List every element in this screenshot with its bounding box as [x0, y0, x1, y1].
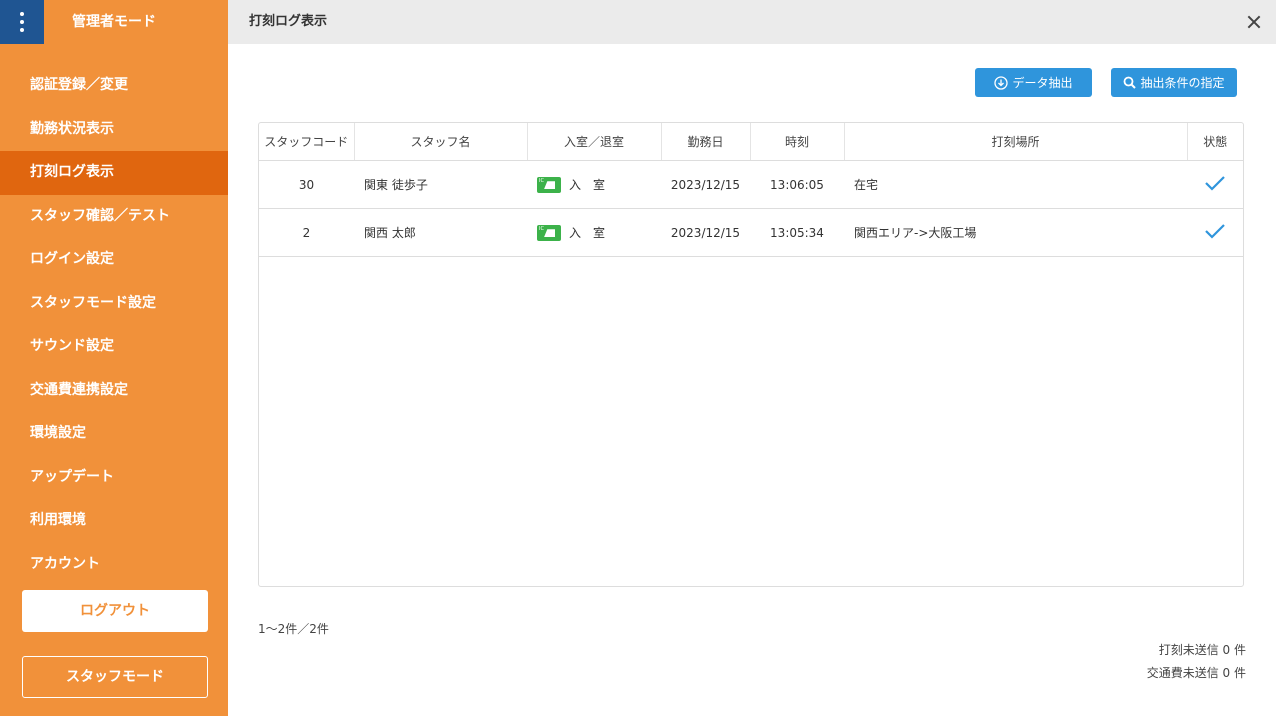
sidebar-item-login-settings[interactable]: ログイン設定 — [0, 238, 228, 282]
sidebar-item-auth-register[interactable]: 認証登録／変更 — [0, 64, 228, 108]
menu-button[interactable] — [0, 0, 44, 44]
cell-staff-code: 30 — [259, 160, 354, 209]
cell-location: 在宅 — [844, 160, 1187, 209]
sidebar-item-staff-check[interactable]: スタッフ確認／テスト — [0, 195, 228, 239]
cell-staff-code: 2 — [259, 208, 354, 257]
cell-status — [1187, 160, 1243, 209]
staff-mode-button[interactable]: スタッフモード — [22, 656, 208, 698]
cell-work-date: 2023/12/15 — [661, 160, 750, 209]
download-circle-icon — [994, 75, 1009, 90]
column-header-status[interactable]: 状態 — [1187, 123, 1243, 161]
sidebar-item-punch-log[interactable]: 打刻ログ表示 — [0, 151, 228, 195]
filter-conditions-button[interactable]: 抽出条件の指定 — [1111, 68, 1237, 97]
in-out-label: 入 室 — [569, 225, 606, 240]
cell-time: 13:06:05 — [750, 160, 844, 209]
sidebar-item-environment-settings[interactable]: 環境設定 — [0, 412, 228, 456]
sidebar-item-usage-environment[interactable]: 利用環境 — [0, 499, 228, 543]
sidebar-item-work-status[interactable]: 勤務状況表示 — [0, 108, 228, 152]
sidebar-title: 管理者モード — [72, 14, 156, 30]
filter-conditions-label: 抽出条件の指定 — [1140, 76, 1225, 90]
column-header-staff-code[interactable]: スタッフコード — [259, 123, 355, 161]
sidebar-item-update[interactable]: アップデート — [0, 456, 228, 500]
sidebar-item-account[interactable]: アカウント — [0, 543, 228, 587]
ic-card-icon — [537, 225, 561, 242]
in-out-label: 入 室 — [569, 177, 606, 192]
page-title: 打刻ログ表示 — [249, 14, 328, 29]
check-icon — [1205, 176, 1225, 191]
column-header-in-out[interactable]: 入室／退室 — [527, 123, 662, 161]
main-panel: 打刻ログ表示 データ抽出 抽出条件の指定 スタッフコード スタッフ名 入室／退室 — [228, 0, 1276, 716]
column-header-work-date[interactable]: 勤務日 — [661, 123, 751, 161]
title-bar: 打刻ログ表示 — [228, 0, 1276, 44]
cell-time: 13:05:34 — [750, 208, 844, 257]
cell-location: 関西エリア->大阪工場 — [844, 208, 1187, 257]
table-row[interactable]: 2 関西 太郎 入 室 2023/12/15 13:05:34 関西エリア->大… — [259, 208, 1243, 257]
cell-staff-name: 関西 太郎 — [354, 208, 527, 257]
sidebar-item-staff-mode-settings[interactable]: スタッフモード設定 — [0, 282, 228, 326]
sidebar-item-transport-settings[interactable]: 交通費連携設定 — [0, 369, 228, 413]
cell-status — [1187, 208, 1243, 257]
check-icon — [1205, 224, 1225, 239]
data-export-label: データ抽出 — [1012, 76, 1073, 90]
kebab-menu-icon — [20, 12, 24, 32]
search-icon — [1123, 76, 1137, 89]
record-count: 1〜2件／2件 — [258, 622, 329, 636]
column-header-staff-name[interactable]: スタッフ名 — [354, 123, 528, 161]
cell-work-date: 2023/12/15 — [661, 208, 750, 257]
sidebar: 管理者モード 認証登録／変更 勤務状況表示 打刻ログ表示 スタッフ確認／テスト … — [0, 0, 228, 716]
unsent-punch-count: 打刻未送信 0 件 — [1158, 643, 1246, 657]
sidebar-item-sound-settings[interactable]: サウンド設定 — [0, 325, 228, 369]
sidebar-header: 管理者モード — [0, 0, 228, 44]
column-header-time[interactable]: 時刻 — [750, 123, 845, 161]
cell-in-out: 入 室 — [527, 160, 661, 209]
column-header-location[interactable]: 打刻場所 — [844, 123, 1188, 161]
sidebar-nav: 認証登録／変更 勤務状況表示 打刻ログ表示 スタッフ確認／テスト ログイン設定 … — [0, 64, 228, 586]
unsent-transport-count: 交通費未送信 0 件 — [1146, 666, 1246, 680]
close-icon[interactable] — [1232, 0, 1276, 44]
table-header-row: スタッフコード スタッフ名 入室／退室 勤務日 時刻 打刻場所 状態 — [259, 123, 1243, 161]
ic-card-icon — [537, 177, 561, 194]
data-export-button[interactable]: データ抽出 — [975, 68, 1092, 97]
logout-button[interactable]: ログアウト — [22, 590, 208, 632]
punch-log-table: スタッフコード スタッフ名 入室／退室 勤務日 時刻 打刻場所 状態 30 関東… — [258, 122, 1244, 587]
cell-staff-name: 関東 徒歩子 — [354, 160, 527, 209]
cell-in-out: 入 室 — [527, 208, 661, 257]
table-row[interactable]: 30 関東 徒歩子 入 室 2023/12/15 13:06:05 在宅 — [259, 160, 1243, 209]
